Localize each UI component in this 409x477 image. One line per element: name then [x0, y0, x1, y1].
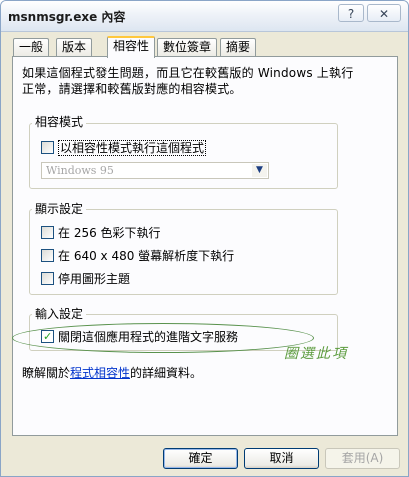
- compat-mode-group: [29, 123, 338, 189]
- apply-button[interactable]: 套用(A): [325, 448, 400, 469]
- compat-mode-checkbox[interactable]: [41, 141, 54, 154]
- title-bar: msnmsgr.exe 內容 ? ✕: [1, 1, 408, 32]
- label-256-colors: 在 256 色彩下執行: [58, 226, 161, 240]
- help-button[interactable]: ?: [338, 4, 364, 22]
- learn-more-text: 瞭解關於程式相容性的詳細資料。: [22, 364, 202, 381]
- tab-digital-signatures[interactable]: 數位簽章: [157, 38, 218, 56]
- tab-compatibility[interactable]: 相容性: [107, 36, 156, 58]
- intro-line-1: 如果這個程式發生問題，而且它在較舊版的 Windows 上執行: [22, 66, 354, 80]
- label-disable-themes: 停用圖形主題: [58, 272, 131, 286]
- compat-mode-checkbox-label: 以相容性模式執行這個程式: [58, 140, 207, 156]
- ok-button[interactable]: 確定: [163, 448, 238, 469]
- learn-more-suffix: 的詳細資料。: [130, 366, 203, 380]
- learn-more-prefix: 瞭解關於: [22, 366, 71, 380]
- intro-text: 如果這個程式發生問題，而且它在較舊版的 Windows 上執行 正常，請選擇和較…: [22, 65, 392, 97]
- program-compatibility-link[interactable]: 程式相容性: [70, 366, 130, 380]
- properties-window: msnmsgr.exe 內容 ? ✕ 一般 版本 相容性 數位簽章 摘要 如果這…: [0, 0, 409, 477]
- intro-line-2: 正常，請選擇和較舊版對應的相容模式。: [22, 82, 242, 96]
- chevron-down-icon[interactable]: ▼: [252, 164, 267, 177]
- display-settings-group-title: 顯示設定: [32, 202, 87, 216]
- cancel-button[interactable]: 取消: [244, 448, 319, 469]
- checkbox-disable-themes[interactable]: [41, 272, 54, 285]
- os-version-select[interactable]: Windows 95 ▼: [41, 162, 269, 179]
- display-option-256-colors[interactable]: 在 256 色彩下執行: [41, 225, 161, 241]
- annotation-text: 圈選此項: [284, 346, 348, 362]
- annotation-ellipse: [12, 323, 314, 353]
- input-settings-group-title: 輸入設定: [32, 307, 87, 321]
- checkbox-256-colors[interactable]: [41, 226, 54, 239]
- compat-mode-group-title: 相容模式: [32, 115, 87, 129]
- label-640x480: 在 640 x 480 螢幕解析度下執行: [58, 249, 235, 263]
- tab-general[interactable]: 一般: [13, 38, 50, 56]
- os-version-select-value: Windows 95: [46, 164, 114, 177]
- display-option-640x480[interactable]: 在 640 x 480 螢幕解析度下執行: [41, 248, 234, 264]
- window-title: msnmsgr.exe 內容: [8, 10, 126, 24]
- display-option-disable-themes[interactable]: 停用圖形主題: [41, 271, 130, 287]
- tab-version[interactable]: 版本: [56, 38, 93, 56]
- compat-mode-checkbox-row[interactable]: 以相容性模式執行這個程式: [41, 140, 207, 156]
- close-button[interactable]: ✕: [367, 4, 401, 22]
- tab-summary[interactable]: 摘要: [220, 38, 257, 56]
- checkbox-640x480[interactable]: [41, 249, 54, 262]
